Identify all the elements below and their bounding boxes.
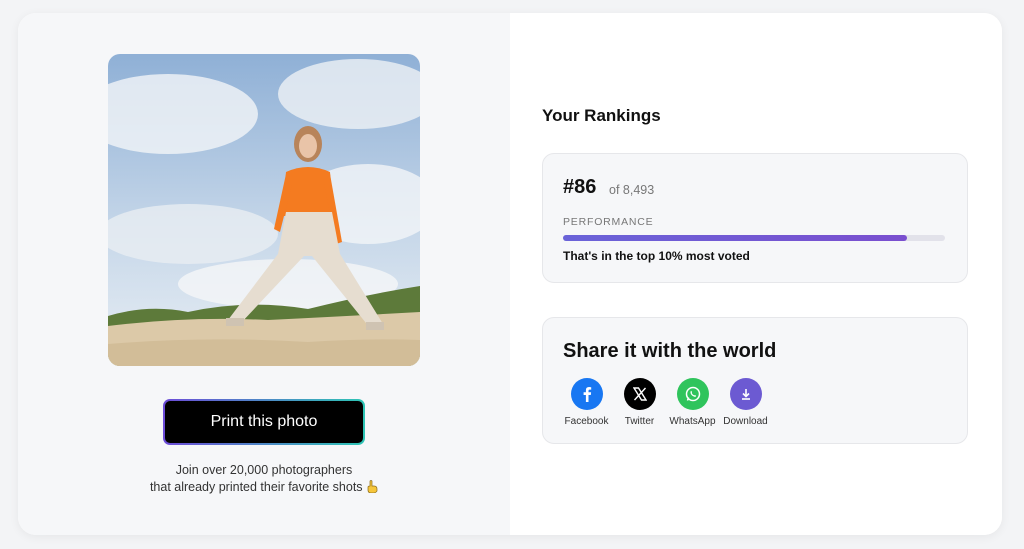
download-label: Download: [723, 416, 768, 427]
share-twitter-button[interactable]: Twitter: [616, 378, 663, 427]
share-buttons: Facebook Twitter WhatsApp Download: [563, 378, 769, 427]
download-button[interactable]: Download: [722, 378, 769, 427]
rank-number: #86: [563, 176, 597, 198]
join-line-2-text: that already printed their favorite shot…: [149, 480, 363, 494]
rank-box: #86 of 8,493 PERFORMANCE That's in the t…: [542, 153, 968, 283]
download-icon: [729, 378, 762, 410]
join-line-1: Join over 20,000 photographers: [175, 463, 353, 477]
print-photo-button[interactable]: Print this photo: [163, 399, 365, 445]
performance-label: PERFORMANCE: [563, 216, 654, 228]
pointing-hand-icon: [366, 480, 378, 494]
share-box: Share it with the world Facebook Twitter: [542, 317, 968, 444]
share-title: Share it with the world: [563, 340, 777, 362]
performance-bar-fill: [563, 235, 907, 241]
photo: [108, 54, 420, 366]
share-facebook-label: Facebook: [564, 416, 609, 427]
rank-total: of 8,493: [609, 183, 655, 197]
share-whatsapp-label: WhatsApp: [669, 416, 716, 427]
photo-panel: Print this photo Join over 20,000 photog…: [18, 13, 510, 535]
rankings-panel: Your Rankings #86 of 8,493 PERFORMANCE T…: [510, 13, 1002, 535]
share-whatsapp-button[interactable]: WhatsApp: [669, 378, 716, 427]
share-facebook-button[interactable]: Facebook: [563, 378, 610, 427]
facebook-icon: [570, 378, 603, 410]
x-icon: [623, 378, 656, 410]
ranking-card: Print this photo Join over 20,000 photog…: [18, 13, 1002, 535]
whatsapp-icon: [676, 378, 709, 410]
rankings-title: Your Rankings: [542, 106, 661, 125]
performance-bar: [563, 235, 945, 241]
top-percent-text: That's in the top 10% most voted: [563, 249, 750, 263]
join-line-2: that already printed their favorite shot…: [18, 479, 510, 496]
join-text: Join over 20,000 photographers that alre…: [18, 462, 510, 496]
share-twitter-label: Twitter: [624, 416, 655, 427]
